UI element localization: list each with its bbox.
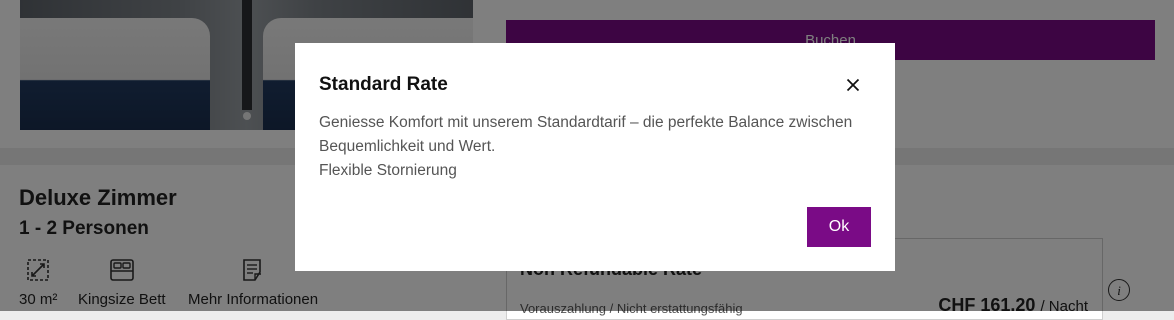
modal-description: Geniesse Komfort mit unserem Standardtar… bbox=[319, 114, 853, 155]
modal-title: Standard Rate bbox=[319, 74, 448, 95]
close-button[interactable] bbox=[843, 75, 863, 95]
rate-info-modal: Standard Rate Geniesse Komfort mit unser… bbox=[295, 43, 895, 271]
modal-body: Geniesse Komfort mit unserem Standardtar… bbox=[319, 111, 859, 183]
close-icon bbox=[846, 78, 860, 92]
ok-button[interactable]: Ok bbox=[807, 207, 871, 247]
modal-cancellation: Flexible Stornierung bbox=[319, 162, 457, 179]
